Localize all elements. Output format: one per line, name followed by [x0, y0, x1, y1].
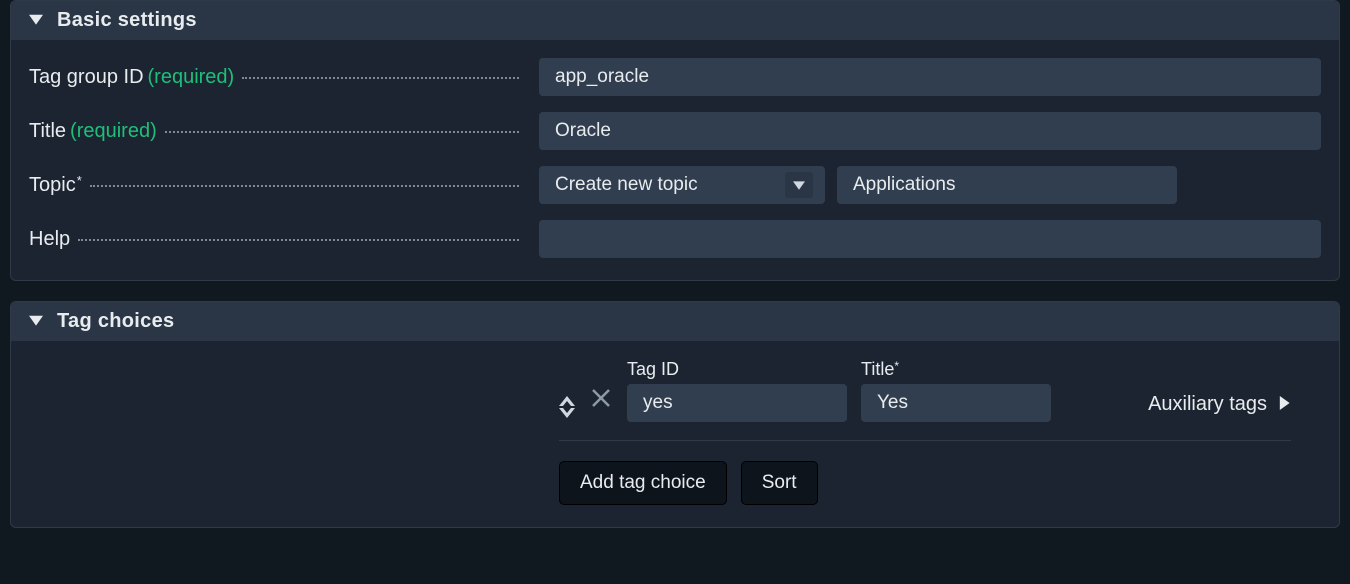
choice-tag-id-label: Tag ID	[627, 359, 847, 380]
label-help: Help	[29, 228, 519, 251]
add-tag-choice-button[interactable]: Add tag choice	[559, 461, 727, 505]
basic-settings-body: Tag group ID (required) Title (required)	[11, 40, 1339, 280]
row-title: Title (required)	[29, 112, 1321, 150]
collapse-icon	[29, 310, 43, 333]
basic-settings-header[interactable]: Basic settings	[11, 1, 1339, 40]
collapse-icon	[29, 9, 43, 32]
tag-choice-row: Tag ID Title* Auxiliary tags	[559, 359, 1291, 441]
drag-handle[interactable]	[559, 396, 575, 422]
close-icon	[589, 386, 613, 410]
title-input[interactable]	[539, 112, 1321, 150]
basic-settings-panel: Basic settings Tag group ID (required) T…	[10, 0, 1340, 281]
choice-tag-id-input[interactable]	[627, 384, 847, 422]
help-input[interactable]	[539, 220, 1321, 258]
tag-choices-body: Tag ID Title* Auxiliary tags Ad	[11, 341, 1339, 527]
auxiliary-tags-label: Auxiliary tags	[1148, 393, 1267, 416]
row-tag-group-id: Tag group ID (required)	[29, 58, 1321, 96]
choice-title-label: Title*	[861, 359, 1051, 380]
tag-choices-header[interactable]: Tag choices	[11, 302, 1339, 341]
tag-group-id-input[interactable]	[539, 58, 1321, 96]
choice-tag-id-block: Tag ID	[627, 359, 847, 422]
auxiliary-tags-toggle[interactable]: Auxiliary tags	[1148, 393, 1291, 422]
label-tag-group-id: Tag group ID (required)	[29, 66, 519, 89]
chevron-down-icon	[785, 172, 813, 198]
panel-title: Basic settings	[57, 9, 197, 32]
choice-title-block: Title*	[861, 359, 1051, 422]
topic-select[interactable]: Create new topic	[539, 166, 825, 204]
remove-choice-button[interactable]	[589, 386, 613, 422]
chevron-down-icon	[559, 408, 575, 418]
row-topic: Topic* Create new topic	[29, 166, 1321, 204]
tag-choices-panel: Tag choices Tag ID Title*	[10, 301, 1340, 528]
sort-button[interactable]: Sort	[741, 461, 818, 505]
chevron-up-icon	[559, 396, 575, 406]
label-topic: Topic*	[29, 174, 519, 197]
choice-buttons: Add tag choice Sort	[559, 461, 1321, 505]
choice-title-input[interactable]	[861, 384, 1051, 422]
row-help: Help	[29, 220, 1321, 258]
topic-select-value: Create new topic	[555, 174, 698, 196]
panel-title: Tag choices	[57, 310, 174, 333]
label-title: Title (required)	[29, 120, 519, 143]
topic-new-input[interactable]	[837, 166, 1177, 204]
chevron-right-icon	[1277, 393, 1291, 416]
